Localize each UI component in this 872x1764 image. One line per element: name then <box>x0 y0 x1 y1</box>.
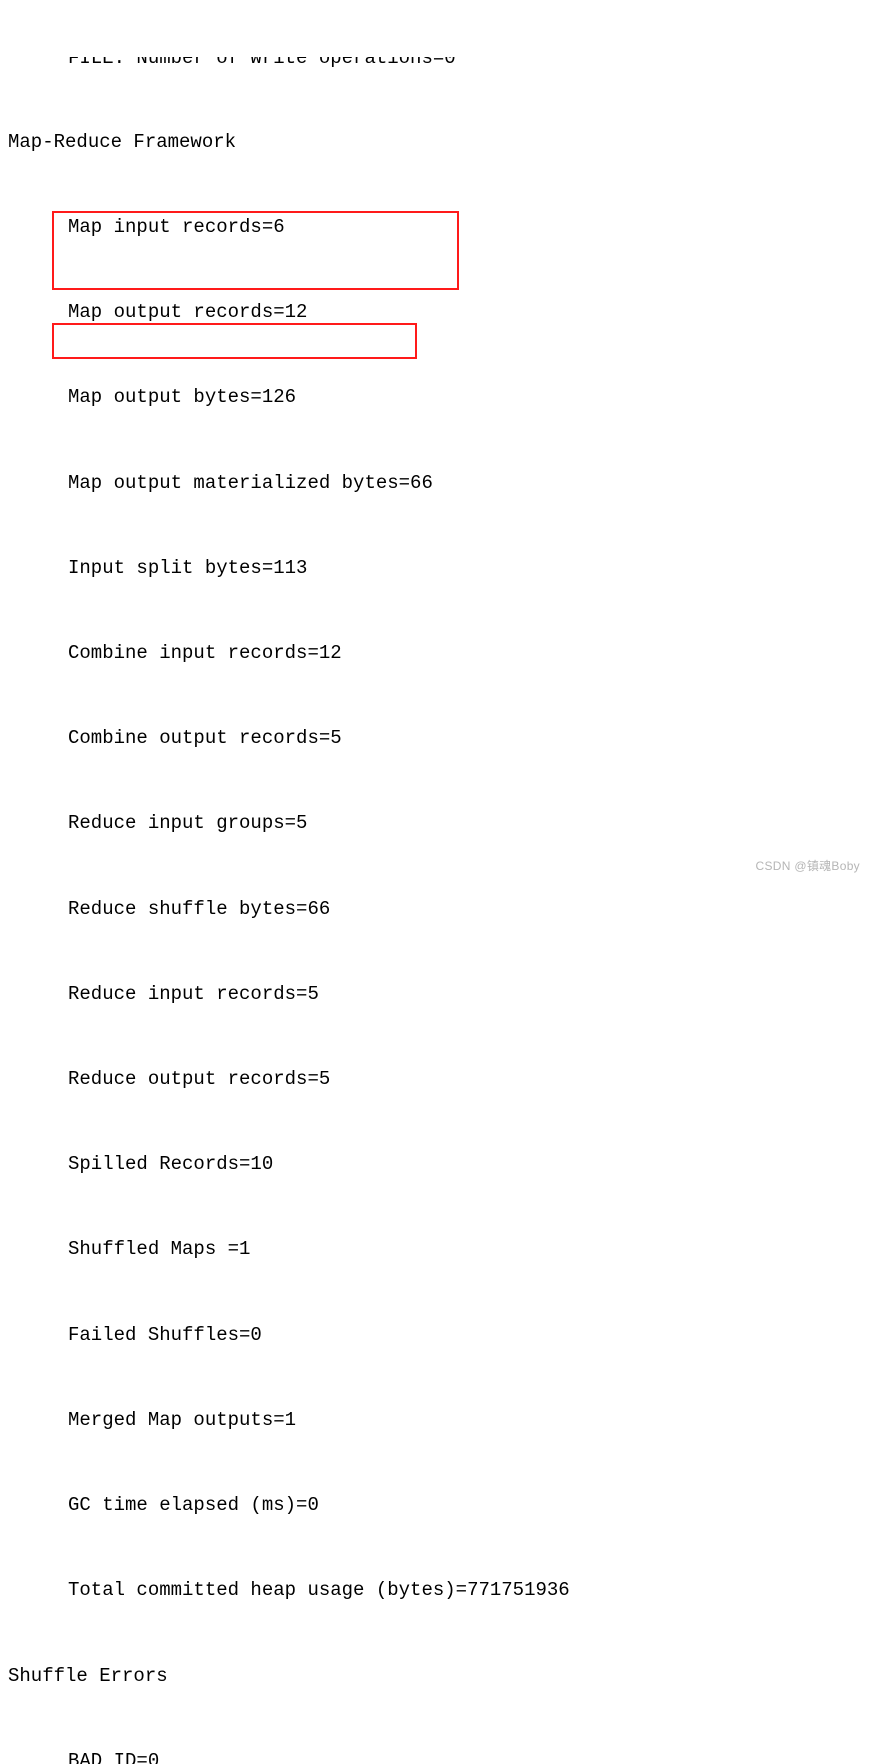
log-line: Combine input records=12 <box>0 639 872 667</box>
section-header-mapreduce: Map-Reduce Framework <box>0 128 872 156</box>
log-line: Map output bytes=126 <box>0 383 872 411</box>
log-line: Merged Map outputs=1 <box>0 1406 872 1434</box>
log-line: Input split bytes=113 <box>0 554 872 582</box>
log-line: Reduce output records=5 <box>0 1065 872 1093</box>
log-line: Reduce shuffle bytes=66 <box>0 895 872 923</box>
log-line: Spilled Records=10 <box>0 1150 872 1178</box>
log-output: FILE: Number of write operations=0 Map-R… <box>0 0 872 1764</box>
log-line: Combine output records=5 <box>0 724 872 752</box>
watermark: CSDN @镇魂Boby <box>756 857 860 874</box>
log-line: Reduce input groups=5 <box>0 809 872 837</box>
log-line: Reduce input records=5 <box>0 980 872 1008</box>
log-line: Map output materialized bytes=66 <box>0 469 872 497</box>
log-line: Map input records=6 <box>0 213 872 241</box>
log-line: Shuffled Maps =1 <box>0 1235 872 1263</box>
section-header-shuffle: Shuffle Errors <box>0 1662 872 1690</box>
log-line: Failed Shuffles=0 <box>0 1321 872 1349</box>
log-line: Map output records=12 <box>0 298 872 326</box>
log-line: BAD_ID=0 <box>0 1747 872 1764</box>
log-line-truncated: FILE: Number of write operations=0 <box>0 57 872 71</box>
log-line: GC time elapsed (ms)=0 <box>0 1491 872 1519</box>
log-line: Total committed heap usage (bytes)=77175… <box>0 1576 872 1604</box>
